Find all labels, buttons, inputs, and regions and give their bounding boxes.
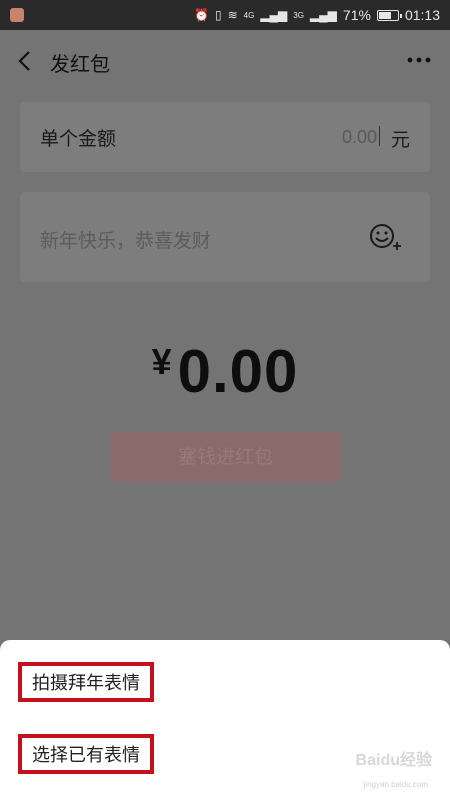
watermark-url: jingyan.baidu.com <box>363 780 428 789</box>
battery-icon <box>376 9 402 21</box>
wifi-icon: ≋ <box>227 8 238 22</box>
page-title: 发红包 <box>50 52 110 76</box>
status-indicators: ⏰ ▯ ≋ 4G ▂▄▆ 3G ▂▄▆ 71% 01:13 <box>194 0 440 30</box>
clock: 01:13 <box>404 7 440 23</box>
battery-percent: 71% <box>342 7 371 23</box>
amount-label: 单个金额 <box>40 128 117 150</box>
amount-unit: 元 <box>390 129 410 151</box>
top-bar: 发红包 <box>0 30 450 92</box>
greeting-input[interactable]: 新年快乐，恭喜发财 <box>40 226 211 253</box>
signal-bars-icon: ▂▄▆ <box>260 8 288 22</box>
signal-3g-label: 3G <box>293 10 304 20</box>
vibrate-icon: ▯ <box>214 8 222 22</box>
action-sheet: 拍摄拜年表情 选择已有表情 Baidu经验 jingyan.baidu.com <box>0 640 450 800</box>
greeting-row: 新年快乐，恭喜发财 <box>20 192 430 282</box>
total-value: 0.00 <box>177 338 299 405</box>
total-amount: ¥0.00 <box>0 337 450 406</box>
chevron-left-icon[interactable] <box>14 47 38 75</box>
signal-bars-icon-2: ▂▄▆ <box>309 8 337 22</box>
amount-row: 单个金额 0.00 元 <box>20 102 430 172</box>
battery-fill <box>378 11 392 19</box>
status-bar: ⏰ ▯ ≋ 4G ▂▄▆ 3G ▂▄▆ 71% 01:13 <box>0 0 450 30</box>
submit-button[interactable]: 塞钱进红包 <box>110 432 341 482</box>
watermark-brand: Baidu经验 <box>355 752 432 769</box>
amount-input[interactable]: 0.00 <box>342 126 380 148</box>
currency-symbol: ¥ <box>151 341 172 382</box>
signal-4g-label: 4G <box>243 10 255 20</box>
more-dots-icon[interactable] <box>406 55 432 65</box>
sheet-option-choose-existing[interactable]: 选择已有表情 <box>18 734 154 774</box>
sheet-option-take-photo[interactable]: 拍摄拜年表情 <box>18 662 154 702</box>
alarm-icon: ⏰ <box>194 8 209 22</box>
app-notification-icon <box>10 8 24 22</box>
emoji-add-icon[interactable] <box>368 222 402 252</box>
